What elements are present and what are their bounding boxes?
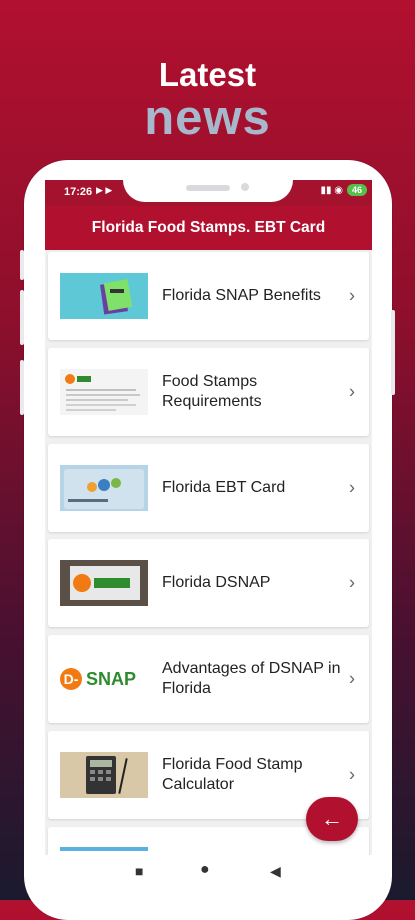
status-time: 17:26 (64, 186, 93, 198)
phone-notch (123, 160, 293, 202)
phone-side-button (20, 250, 24, 280)
dsnap-logo-mark: D- (60, 668, 82, 691)
list-item-requirements[interactable]: Food Stamps Requirements › (48, 347, 369, 436)
calculator-image (60, 751, 148, 798)
list-item-title: Florida SNAP Benefits (162, 287, 321, 304)
system-nav-bar: ■ ● ◀ (45, 855, 372, 889)
phone-speaker (186, 185, 230, 191)
arrow-left-icon: ← (321, 806, 343, 831)
recents-icon[interactable]: ■ (135, 863, 143, 879)
list-item-title: Florida Food Stamp Calculator (162, 755, 303, 793)
home-icon[interactable]: ● (200, 861, 210, 879)
signal-wifi-icon: ▮▮ ◉ (320, 184, 343, 196)
back-icon[interactable]: ◀ (270, 863, 281, 880)
list-item-dsnap-advantages[interactable]: D- SNAP Advantages of DSNAP in Florida › (48, 635, 369, 724)
status-right: ▮▮ ◉ 46 (320, 184, 367, 196)
phone-power-button (391, 310, 395, 395)
phone-side-button (20, 360, 24, 415)
hero-subtitle: news (144, 91, 271, 145)
chevron-right-icon: › (349, 477, 355, 498)
list-item-ebt-card[interactable]: Florida EBT Card › (48, 443, 369, 532)
chevron-right-icon: › (349, 764, 355, 785)
chevron-right-icon: › (349, 381, 355, 402)
chevron-right-icon: › (349, 668, 355, 689)
dsnap-laptop-image (60, 560, 148, 607)
list-item-title: Food Stamps Requirements (162, 372, 262, 410)
dsnap-logo-image: D- SNAP (60, 656, 148, 702)
list-item-title: Florida EBT Card (162, 478, 286, 496)
phone-camera (241, 183, 249, 191)
partial-thumb-image (60, 846, 148, 851)
list-item-title: Advantages of DSNAP in Florida (162, 660, 341, 698)
app-bar-title: Florida Food Stamps. EBT Card (45, 206, 372, 250)
notification-icons: ▶ ▶ (96, 185, 113, 195)
list-item-snap-benefits[interactable]: Florida SNAP Benefits › (48, 252, 369, 340)
list-item-title: Florida DSNAP (162, 574, 271, 592)
back-fab-button[interactable]: ← (306, 797, 358, 841)
dsnap-logo-text: SNAP (86, 668, 137, 689)
snap-document-image (60, 368, 148, 415)
news-list: Florida SNAP Benefits › Food Stamps Requ… (48, 252, 369, 865)
chevron-right-icon: › (349, 572, 355, 593)
phone-side-button (20, 290, 24, 345)
battery-icon: 46 (346, 184, 367, 196)
snap-note-image (60, 273, 148, 319)
hero-title: Latest (158, 56, 257, 93)
ebt-card-image (60, 464, 148, 511)
chevron-right-icon: › (349, 285, 355, 306)
list-item-dsnap[interactable]: Florida DSNAP › (48, 539, 369, 628)
